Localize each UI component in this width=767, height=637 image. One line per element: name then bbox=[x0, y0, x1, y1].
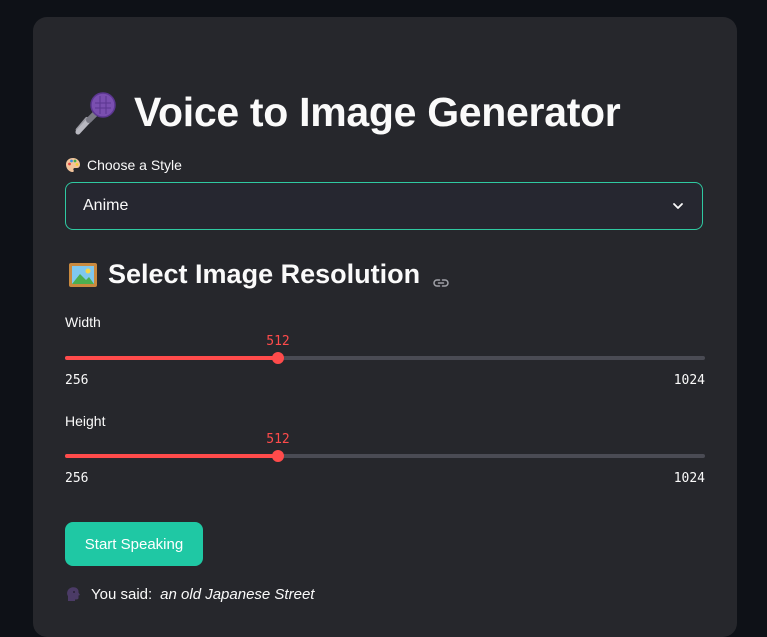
chevron-down-icon[interactable] bbox=[671, 199, 685, 213]
style-select[interactable]: Anime bbox=[65, 182, 703, 230]
palette-icon bbox=[65, 157, 81, 173]
style-select-value: Anime bbox=[83, 197, 129, 214]
resolution-heading-text: Select Image Resolution bbox=[108, 259, 421, 289]
height-min-label: 256 bbox=[65, 471, 89, 486]
transcript-text: an old Japanese Street bbox=[160, 585, 315, 603]
microphone-icon bbox=[72, 90, 118, 136]
height-slider-thumb[interactable] bbox=[272, 450, 284, 462]
main-card: Voice to Image Generator Choose a Style … bbox=[33, 17, 737, 637]
width-slider[interactable]: 512 256 1024 bbox=[65, 334, 705, 388]
framed-picture-icon bbox=[68, 260, 98, 290]
height-slider-fill bbox=[65, 454, 278, 458]
height-slider-value: 512 bbox=[266, 432, 290, 447]
width-max-label: 1024 bbox=[673, 373, 705, 388]
start-speaking-button[interactable]: Start Speaking bbox=[65, 522, 203, 566]
speaking-head-icon bbox=[65, 585, 83, 603]
height-slider[interactable]: 512 256 1024 bbox=[65, 432, 705, 486]
style-label: Choose a Style bbox=[65, 157, 182, 173]
width-min-label: 256 bbox=[65, 373, 89, 388]
transcript-prefix: You said: bbox=[91, 585, 153, 603]
width-label: Width bbox=[65, 314, 101, 330]
style-label-text: Choose a Style bbox=[87, 157, 182, 173]
width-slider-value: 512 bbox=[266, 334, 290, 349]
transcript-line: You said: an old Japanese Street bbox=[65, 585, 314, 603]
width-slider-thumb[interactable] bbox=[272, 352, 284, 364]
page-title: Voice to Image Generator bbox=[72, 89, 621, 136]
link-icon[interactable] bbox=[432, 268, 450, 287]
width-slider-fill bbox=[65, 356, 278, 360]
height-max-label: 1024 bbox=[673, 471, 705, 486]
resolution-heading: Select Image Resolution bbox=[68, 259, 450, 290]
height-label: Height bbox=[65, 413, 106, 429]
page-title-text: Voice to Image Generator bbox=[134, 89, 621, 135]
